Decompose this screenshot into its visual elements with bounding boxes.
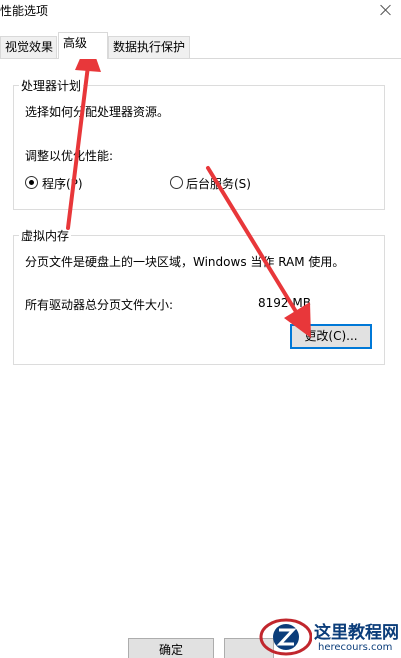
- watermark-title: 这里教程网: [314, 623, 399, 643]
- background-services-radio[interactable]: [170, 176, 183, 189]
- change-button[interactable]: 更改(C)...: [290, 324, 372, 349]
- close-icon[interactable]: [370, 0, 401, 20]
- total-paging-size-value: 8192 MB: [258, 296, 311, 310]
- adjust-performance-label: 调整以优化性能:: [25, 149, 114, 163]
- tab-visual-effects[interactable]: 视觉效果: [0, 36, 57, 58]
- virtual-memory-title: 虚拟内存: [19, 227, 72, 244]
- watermark-url: herecours.com: [318, 642, 393, 653]
- tab-data-execution-prevention[interactable]: 数据执行保护: [108, 36, 190, 58]
- background-services-radio-label[interactable]: 后台服务(S): [186, 175, 251, 192]
- window-title: 性能选项: [0, 4, 49, 18]
- title-bar: 性能选项: [0, 0, 401, 30]
- processor-description: 选择如何分配处理器资源。: [25, 105, 170, 119]
- tab-advanced[interactable]: 高级: [58, 32, 108, 59]
- z-logo-icon: [259, 618, 312, 656]
- ok-button[interactable]: 确定: [128, 638, 214, 658]
- programs-radio[interactable]: [25, 176, 38, 189]
- paging-file-description: 分页文件是硬盘上的一块区域，Windows 当作 RAM 使用。: [25, 255, 345, 269]
- processor-scheduling-title: 处理器计划: [19, 77, 84, 94]
- programs-radio-label[interactable]: 程序(P): [42, 175, 83, 192]
- watermark-logo: 这里教程网 herecours.com: [256, 614, 401, 658]
- total-paging-size-label: 所有驱动器总分页文件大小:: [25, 298, 174, 312]
